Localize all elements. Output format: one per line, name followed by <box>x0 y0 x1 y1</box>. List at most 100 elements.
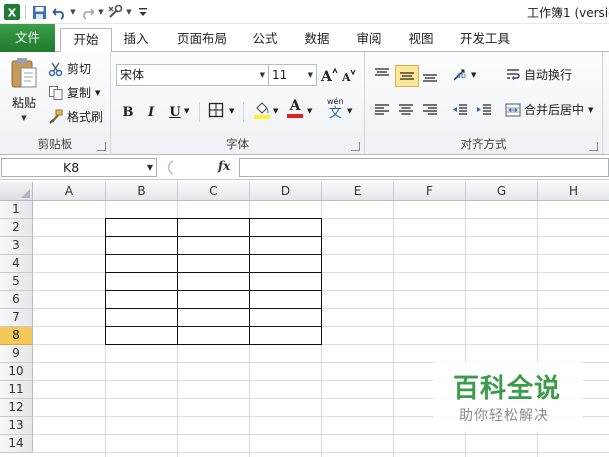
excel-app-icon[interactable]: X <box>2 2 22 22</box>
fill-color-button[interactable] <box>253 100 271 120</box>
table-cell[interactable] <box>105 254 178 273</box>
formula-input[interactable] <box>239 158 609 177</box>
table-cell[interactable] <box>105 308 178 327</box>
grow-font-button[interactable]: A <box>320 66 338 84</box>
borders-button[interactable] <box>208 102 224 118</box>
alignment-launcher-icon[interactable] <box>589 142 598 151</box>
font-size-dropdown-icon[interactable]: ▼ <box>308 65 313 85</box>
column-header-e[interactable]: E <box>322 182 394 201</box>
tab-developer[interactable]: 开发工具 <box>452 28 518 52</box>
borders-dropdown-icon[interactable]: ▼ <box>229 107 234 115</box>
align-middle-button[interactable] <box>395 65 419 87</box>
row-header-10[interactable]: 10 <box>0 363 33 381</box>
font-name-select[interactable]: 宋体 ▼ <box>116 64 269 86</box>
name-box[interactable]: K8 ▼ <box>1 158 157 177</box>
orientation-dropdown-icon[interactable]: ▼ <box>471 71 476 79</box>
redo-dropdown-icon[interactable]: ▼ <box>97 2 105 22</box>
underline-button[interactable]: U <box>166 102 184 122</box>
undo-icon[interactable] <box>49 2 69 22</box>
table-cell[interactable] <box>249 218 322 237</box>
tab-page-layout[interactable]: 页面布局 <box>170 28 234 52</box>
italic-button[interactable]: I <box>142 102 160 122</box>
increase-indent-button[interactable] <box>475 101 493 119</box>
row-header-12[interactable]: 12 <box>0 399 33 417</box>
font-color-button[interactable]: A <box>287 99 303 118</box>
table-cell[interactable] <box>249 326 322 345</box>
column-header-a[interactable]: A <box>33 182 106 201</box>
clipboard-launcher-icon[interactable] <box>97 142 106 151</box>
table-cell[interactable] <box>177 236 250 255</box>
row-header-2[interactable]: 2 <box>0 219 33 237</box>
customize-qat-icon[interactable] <box>133 2 153 22</box>
wrap-text-button[interactable]: 自动换行 <box>505 66 572 83</box>
table-cell[interactable] <box>105 326 178 345</box>
bold-button[interactable]: B <box>119 102 137 122</box>
column-header-h[interactable]: H <box>538 182 609 201</box>
font-launcher-icon[interactable] <box>351 142 360 151</box>
table-cell[interactable] <box>177 218 250 237</box>
row-header-8[interactable]: 8 <box>0 327 33 345</box>
paste-dropdown-icon[interactable]: ▼ <box>21 114 26 122</box>
table-cell[interactable] <box>249 290 322 309</box>
save-icon[interactable] <box>29 2 49 22</box>
font-color-dropdown-icon[interactable]: ▼ <box>307 107 312 115</box>
table-cell[interactable] <box>105 290 178 309</box>
tab-formulas[interactable]: 公式 <box>244 28 286 52</box>
table-cell[interactable] <box>249 236 322 255</box>
column-header-c[interactable]: C <box>178 182 250 201</box>
table-cell[interactable] <box>177 254 250 273</box>
row-header-6[interactable]: 6 <box>0 291 33 309</box>
tab-file[interactable]: 文件 <box>0 24 55 52</box>
tools-dropdown-icon[interactable]: ▼ <box>125 2 133 22</box>
table-cell[interactable] <box>177 290 250 309</box>
align-top-button[interactable] <box>373 66 391 84</box>
tools-icon[interactable] <box>105 2 125 22</box>
align-right-button[interactable] <box>421 101 439 119</box>
row-header-1[interactable]: 1 <box>0 201 33 219</box>
tab-home[interactable]: 开始 <box>60 28 112 53</box>
paste-button[interactable]: 粘贴 ▼ <box>6 56 42 122</box>
tab-insert[interactable]: 插入 <box>114 28 158 52</box>
name-box-dropdown-icon[interactable]: ▼ <box>147 159 153 176</box>
row-header-7[interactable]: 7 <box>0 309 33 327</box>
column-header-d[interactable]: D <box>250 182 322 201</box>
row-header-13[interactable]: 13 <box>0 417 33 435</box>
shrink-font-button[interactable]: A <box>340 66 358 84</box>
row-header-3[interactable]: 3 <box>0 237 33 255</box>
table-cell[interactable] <box>249 254 322 273</box>
row-header-5[interactable]: 5 <box>0 273 33 291</box>
merge-center-button[interactable]: 合并后居中 ▼ <box>505 101 593 118</box>
orientation-button[interactable]: ab ▼ <box>451 66 476 84</box>
underline-dropdown-icon[interactable]: ▼ <box>184 107 189 115</box>
column-header-b[interactable]: B <box>106 182 178 201</box>
redo-icon[interactable] <box>77 2 97 22</box>
table-cell[interactable] <box>177 272 250 291</box>
decrease-indent-button[interactable] <box>451 101 469 119</box>
formula-bar-grip-icon[interactable] <box>160 158 178 177</box>
select-all-button[interactable] <box>0 182 33 201</box>
tab-data[interactable]: 数据 <box>296 28 338 52</box>
row-header-9[interactable]: 9 <box>0 345 33 363</box>
row-header-11[interactable]: 11 <box>0 381 33 399</box>
fill-color-dropdown-icon[interactable]: ▼ <box>273 107 278 115</box>
phonetic-dropdown-icon[interactable]: ▼ <box>347 107 352 115</box>
align-center-button[interactable] <box>397 101 415 119</box>
table-cell[interactable] <box>105 236 178 255</box>
row-header-14[interactable]: 14 <box>0 435 33 453</box>
table-cell[interactable] <box>177 308 250 327</box>
column-header-g[interactable]: G <box>466 182 538 201</box>
row-header-4[interactable]: 4 <box>0 255 33 273</box>
tab-review[interactable]: 审阅 <box>348 28 390 52</box>
align-left-button[interactable] <box>373 101 391 119</box>
font-name-dropdown-icon[interactable]: ▼ <box>260 65 265 85</box>
column-header-f[interactable]: F <box>394 182 466 201</box>
font-size-select[interactable]: 11 ▼ <box>268 64 317 86</box>
table-cell[interactable] <box>105 218 178 237</box>
table-cell[interactable] <box>249 272 322 291</box>
table-cell[interactable] <box>105 272 178 291</box>
tab-view[interactable]: 视图 <box>400 28 442 52</box>
copy-dropdown-icon[interactable]: ▼ <box>95 89 100 97</box>
merge-center-dropdown-icon[interactable]: ▼ <box>588 106 593 114</box>
insert-function-button[interactable]: fx <box>218 159 230 173</box>
phonetic-guide-button[interactable]: wén 文 <box>327 97 344 121</box>
